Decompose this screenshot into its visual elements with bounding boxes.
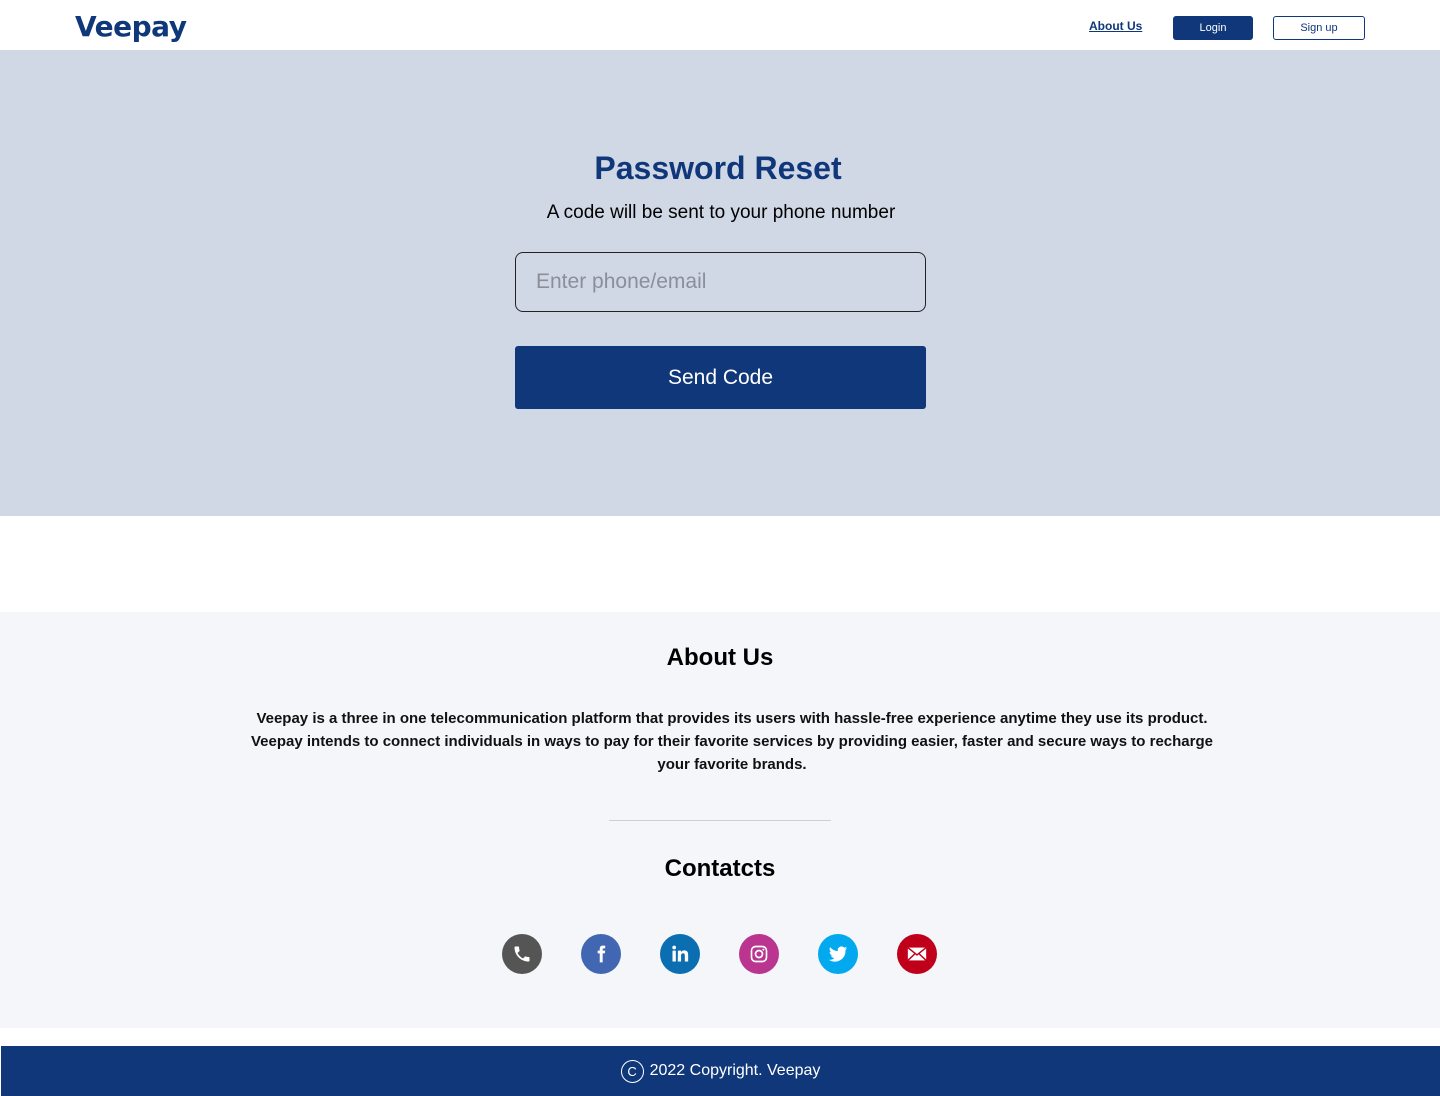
copyright-text: 2022 Copyright. Veepay <box>649 1062 821 1079</box>
about-section: About Us Veepay is a three in one teleco… <box>0 612 1440 1028</box>
phone-icon[interactable] <box>502 934 542 974</box>
email-icon[interactable] <box>897 934 937 974</box>
twitter-icon[interactable] <box>818 934 858 974</box>
instagram-icon[interactable] <box>739 934 779 974</box>
copyright-icon: C <box>620 1059 644 1083</box>
veepay-logo[interactable]: Veepay <box>75 8 187 44</box>
signup-button[interactable]: Sign up <box>1273 16 1365 40</box>
about-text: Veepay is a three in one telecommunicati… <box>250 710 1213 773</box>
facebook-icon[interactable] <box>581 934 621 974</box>
linkedin-icon[interactable] <box>660 934 700 974</box>
nav-about-us-link[interactable]: About Us <box>1089 19 1142 33</box>
password-reset-section: Password Reset A code will be sent to yo… <box>0 50 1440 516</box>
reset-subtitle: A code will be sent to your phone number <box>546 202 896 223</box>
contacts-title: Contatcts <box>664 855 776 882</box>
phone-email-input[interactable] <box>515 252 926 312</box>
login-button[interactable]: Login <box>1173 16 1253 40</box>
section-divider <box>609 820 831 821</box>
about-title: About Us <box>666 644 774 671</box>
top-navbar: Veepay About Us Login Sign up <box>0 0 1440 50</box>
page-title: Password Reset <box>594 150 842 186</box>
contact-icons <box>502 934 937 974</box>
logo-text: Veepay <box>75 10 187 43</box>
footer: C 2022 Copyright. Veepay <box>1 1046 1440 1096</box>
send-code-button[interactable]: Send Code <box>515 346 926 409</box>
